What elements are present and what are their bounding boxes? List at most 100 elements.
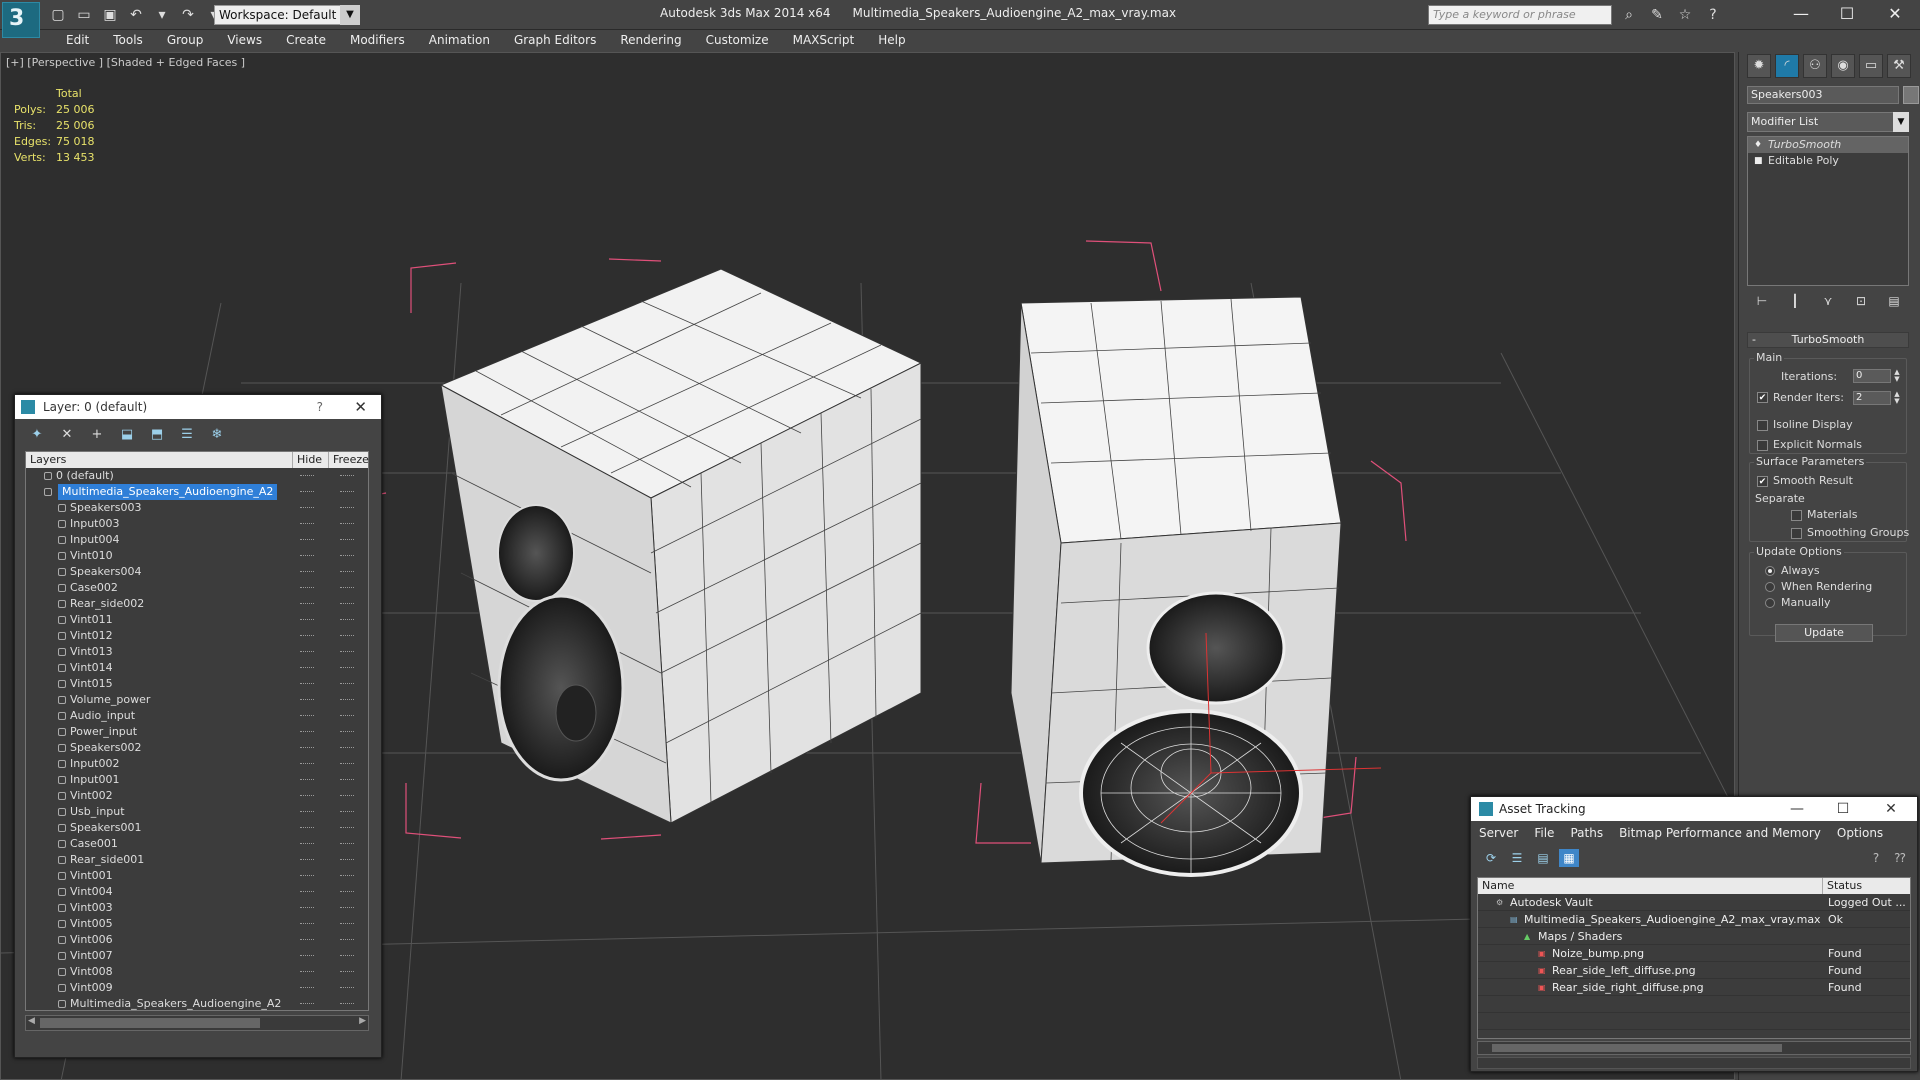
menu-graph-editors[interactable]: Graph Editors xyxy=(502,30,608,50)
hierarchy-tab-icon[interactable]: ⚇ xyxy=(1803,54,1827,78)
hide-toggle[interactable] xyxy=(300,603,314,605)
asset-menu-server[interactable]: Server xyxy=(1471,823,1526,843)
isoline-display-checkbox[interactable] xyxy=(1757,420,1768,431)
menu-modifiers[interactable]: Modifiers xyxy=(338,30,417,50)
freeze-toggle[interactable] xyxy=(340,523,354,525)
materials-checkbox[interactable] xyxy=(1791,510,1802,521)
hide-toggle[interactable] xyxy=(300,587,314,589)
layer-object-row[interactable]: Vint003 xyxy=(26,900,368,916)
help-icon[interactable]: ? xyxy=(1702,5,1724,25)
hide-toggle[interactable] xyxy=(300,987,314,989)
undo-dropdown-icon[interactable]: ▾ xyxy=(152,5,172,25)
asset-row[interactable]: ▣ Noize_bump.png Found xyxy=(1478,945,1910,962)
layer-object-row[interactable]: Vint008 xyxy=(26,964,368,980)
hide-toggle[interactable] xyxy=(300,555,314,557)
update-button[interactable]: Update xyxy=(1775,624,1873,642)
asset-menu-bitmap[interactable]: Bitmap Performance and Memory xyxy=(1611,823,1829,843)
layer-object-row[interactable]: Vint007 xyxy=(26,948,368,964)
freeze-toggle[interactable] xyxy=(340,651,354,653)
freeze-toggle[interactable] xyxy=(340,779,354,781)
freeze-toggle[interactable] xyxy=(340,955,354,957)
hide-toggle[interactable] xyxy=(300,795,314,797)
hide-toggle[interactable] xyxy=(300,1003,314,1005)
layer-object-row[interactable]: Usb_input xyxy=(26,804,368,820)
select-objects-icon[interactable]: ⬓ xyxy=(117,425,137,445)
layer-object-row[interactable]: Power_input xyxy=(26,724,368,740)
asset-row[interactable]: ▣ Rear_side_left_diffuse.png Found xyxy=(1478,962,1910,979)
object-color-swatch[interactable] xyxy=(1903,86,1919,104)
freeze-toggle[interactable] xyxy=(340,731,354,733)
hide-toggle[interactable] xyxy=(300,539,314,541)
scroll-thumb[interactable] xyxy=(1492,1044,1782,1052)
asset-row[interactable]: ▤ Multimedia_Speakers_Audioengine_A2_max_… xyxy=(1478,911,1910,928)
new-file-icon[interactable]: ▢ xyxy=(48,5,68,25)
layer-horizontal-scrollbar[interactable]: ◀ ▶ xyxy=(25,1015,369,1031)
open-file-icon[interactable]: ▭ xyxy=(74,5,94,25)
close-button[interactable]: ✕ xyxy=(1872,0,1918,30)
hide-toggle[interactable] xyxy=(300,667,314,669)
asset-menu-paths[interactable]: Paths xyxy=(1562,823,1611,843)
hide-toggle[interactable] xyxy=(300,875,314,877)
hide-toggle[interactable] xyxy=(300,955,314,957)
menu-edit[interactable]: Edit xyxy=(54,30,101,50)
smooth-result-checkbox[interactable]: ✔ xyxy=(1757,476,1768,487)
hide-toggle[interactable] xyxy=(300,891,314,893)
freeze-toggle[interactable] xyxy=(340,635,354,637)
chevron-down-icon[interactable]: ▼ xyxy=(1893,112,1909,132)
hide-toggle[interactable] xyxy=(300,907,314,909)
freeze-toggle[interactable] xyxy=(340,795,354,797)
freeze-toggle[interactable] xyxy=(340,907,354,909)
menu-rendering[interactable]: Rendering xyxy=(608,30,693,50)
hide-toggle[interactable] xyxy=(300,571,314,573)
layer-object-row[interactable]: Vint009 xyxy=(26,980,368,996)
hide-toggle[interactable] xyxy=(300,779,314,781)
iterations-spinner[interactable]: 0 xyxy=(1853,369,1891,383)
layer-object-row[interactable]: Input003 xyxy=(26,516,368,532)
freeze-toggle[interactable] xyxy=(340,987,354,989)
layer-object-row[interactable]: Input001 xyxy=(26,772,368,788)
show-end-result-icon[interactable]: ┃ xyxy=(1784,292,1806,310)
freeze-toggle[interactable] xyxy=(340,571,354,573)
menu-group[interactable]: Group xyxy=(155,30,216,50)
smoothing-groups-checkbox[interactable] xyxy=(1791,528,1802,539)
freeze-toggle[interactable] xyxy=(340,715,354,717)
undo-icon[interactable]: ↶ xyxy=(126,5,146,25)
display-tab-icon[interactable]: ▭ xyxy=(1859,54,1883,78)
freeze-toggle[interactable] xyxy=(340,539,354,541)
object-name-field[interactable]: Speakers003 xyxy=(1747,86,1899,104)
layer-object-row[interactable]: Speakers002 xyxy=(26,740,368,756)
freeze-toggle[interactable] xyxy=(340,859,354,861)
workspace-selector[interactable]: Workspace: Default xyxy=(214,5,360,25)
communication-icon[interactable]: ✎ xyxy=(1646,5,1668,25)
hide-toggle[interactable] xyxy=(300,507,314,509)
layer-object-row[interactable]: Vint005 xyxy=(26,916,368,932)
menu-customize[interactable]: Customize xyxy=(694,30,781,50)
layer-object-row[interactable]: Vint012 xyxy=(26,628,368,644)
layer-object-row[interactable]: Vint001 xyxy=(26,868,368,884)
stack-item-turbosmooth[interactable]: ♦ TurboSmooth xyxy=(1748,137,1908,153)
hide-all-layers-icon[interactable]: ☰ xyxy=(177,425,197,445)
hide-toggle[interactable] xyxy=(300,923,314,925)
menu-tools[interactable]: Tools xyxy=(101,30,155,50)
hide-toggle[interactable] xyxy=(300,843,314,845)
freeze-toggle[interactable] xyxy=(340,507,354,509)
layer-object-row[interactable]: Vint011 xyxy=(26,612,368,628)
freeze-toggle[interactable] xyxy=(340,603,354,605)
freeze-toggle[interactable] xyxy=(340,891,354,893)
menu-create[interactable]: Create xyxy=(274,30,338,50)
freeze-toggle[interactable] xyxy=(340,699,354,701)
freeze-toggle[interactable] xyxy=(340,555,354,557)
layer-object-row[interactable]: Vint002 xyxy=(26,788,368,804)
viewport-label[interactable]: [+] [Perspective ] [Shaded + Edged Faces… xyxy=(6,56,245,69)
close-icon[interactable]: ✕ xyxy=(1871,797,1911,821)
hide-toggle[interactable] xyxy=(300,523,314,525)
spinner-arrows-icon[interactable]: ▲ ▼ xyxy=(1893,369,1901,383)
stack-item-editable-poly[interactable]: ■ Editable Poly xyxy=(1748,153,1908,169)
col-hide[interactable]: Hide xyxy=(292,452,322,468)
menu-animation[interactable]: Animation xyxy=(417,30,502,50)
always-radio[interactable] xyxy=(1765,566,1775,576)
layer-object-row[interactable]: Input002 xyxy=(26,756,368,772)
asset-row[interactable]: ⚙ Autodesk Vault Logged Out ... xyxy=(1478,894,1910,911)
create-layer-icon[interactable]: ✦ xyxy=(27,425,47,445)
spinner-arrows-icon[interactable]: ▲ ▼ xyxy=(1893,391,1901,405)
